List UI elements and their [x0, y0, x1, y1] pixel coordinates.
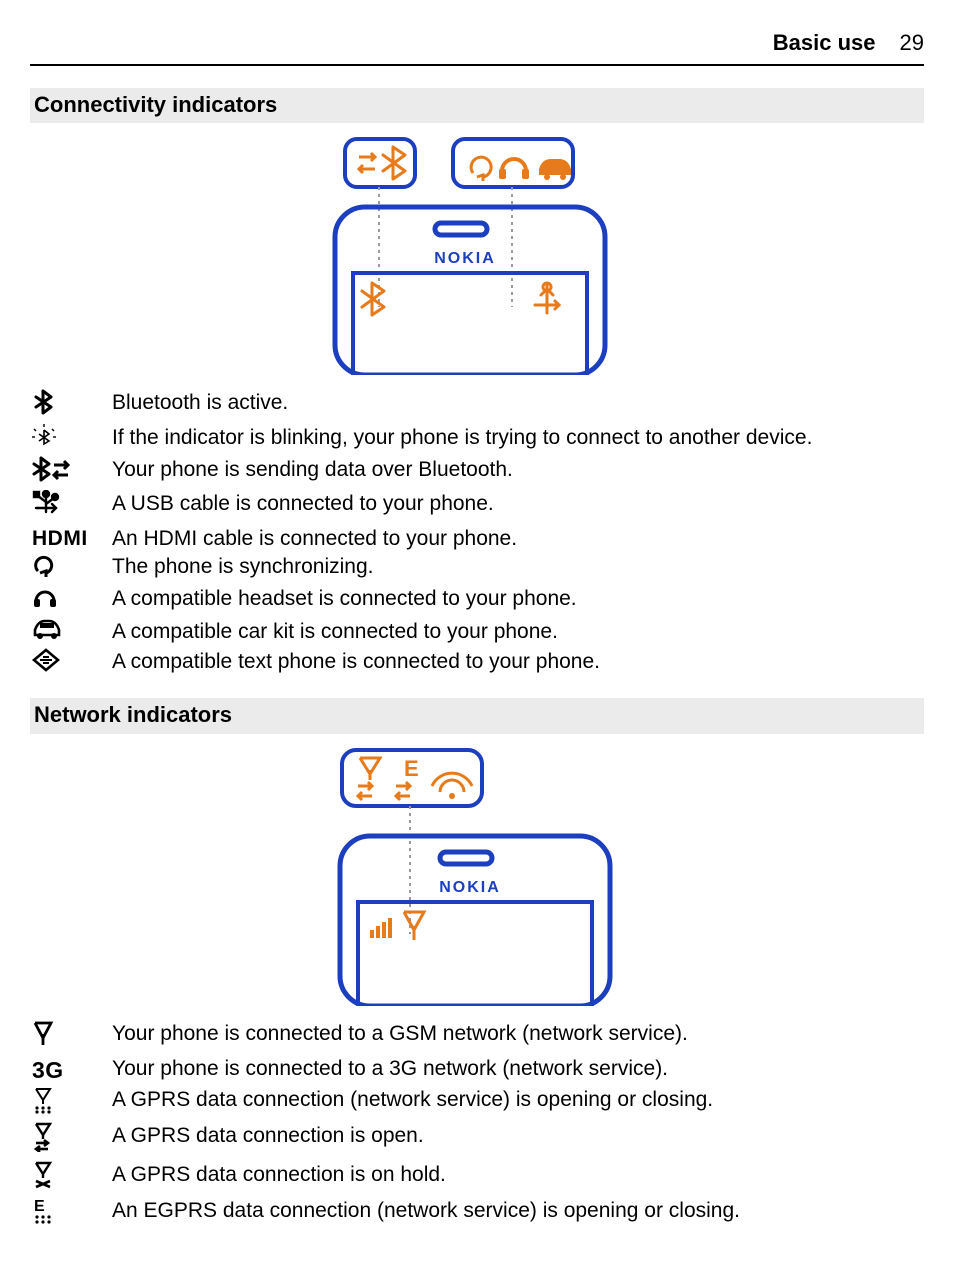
indicator-text: A GPRS data connection (network service)…: [112, 1086, 924, 1122]
sync-icon: [32, 553, 56, 577]
network-diagram: E NOKIA: [30, 746, 924, 1006]
svg-text:NOKIA: NOKIA: [434, 250, 496, 267]
indicator-text: An HDMI cable is connected to your phone…: [112, 525, 924, 553]
gprs-open-icon: [32, 1122, 56, 1152]
indicator-text: A GPRS data connection is on hold.: [112, 1161, 924, 1197]
three-g-icon: 3G: [32, 1057, 64, 1083]
gsm-antenna-icon: [32, 1020, 54, 1046]
gprs-dots-icon: [32, 1086, 56, 1114]
network-table: Your phone is connected to a GSM network…: [30, 1020, 924, 1233]
indicator-text: Your phone is sending data over Bluetoot…: [112, 456, 924, 490]
bluetooth-icon: [32, 389, 54, 415]
headset-icon: [32, 585, 58, 609]
header-section: Basic use: [773, 28, 876, 58]
gprs-hold-icon: [32, 1161, 56, 1189]
text-phone-icon: [32, 648, 60, 672]
bluetooth-blink-icon: [32, 424, 56, 448]
indicator-text: A GPRS data connection is open.: [112, 1122, 924, 1160]
page-number: 29: [900, 28, 924, 58]
indicator-text: Your phone is connected to a GSM network…: [112, 1020, 924, 1054]
egprs-dots-icon: E: [32, 1197, 56, 1225]
page-header: Basic use 29: [30, 28, 924, 66]
connectivity-diagram: NOKIA: [30, 135, 924, 375]
indicator-text: An EGPRS data connection (network servic…: [112, 1197, 924, 1233]
indicator-text: Your phone is connected to a 3G network …: [112, 1055, 924, 1086]
connectivity-table: Bluetooth is active. If the indicator is…: [30, 389, 924, 680]
indicator-text: A compatible headset is connected to you…: [112, 585, 924, 617]
indicator-text: Bluetooth is active.: [112, 389, 924, 423]
bluetooth-arrows-icon: [32, 456, 72, 482]
indicator-text: The phone is synchronizing.: [112, 553, 924, 585]
svg-text:E: E: [34, 1198, 45, 1215]
car-icon: [32, 618, 62, 640]
svg-text:NOKIA: NOKIA: [439, 879, 501, 896]
svg-text:E: E: [404, 756, 419, 781]
indicator-text: A compatible text phone is connected to …: [112, 648, 924, 680]
indicator-text: A compatible car kit is connected to you…: [112, 618, 924, 648]
network-heading: Network indicators: [30, 698, 924, 734]
indicator-text: A USB cable is connected to your phone.: [112, 490, 924, 524]
indicator-text: If the indicator is blinking, your phone…: [112, 424, 924, 456]
hdmi-icon: HDMI: [32, 527, 88, 550]
usb-icon: [32, 490, 60, 516]
connectivity-heading: Connectivity indicators: [30, 88, 924, 124]
